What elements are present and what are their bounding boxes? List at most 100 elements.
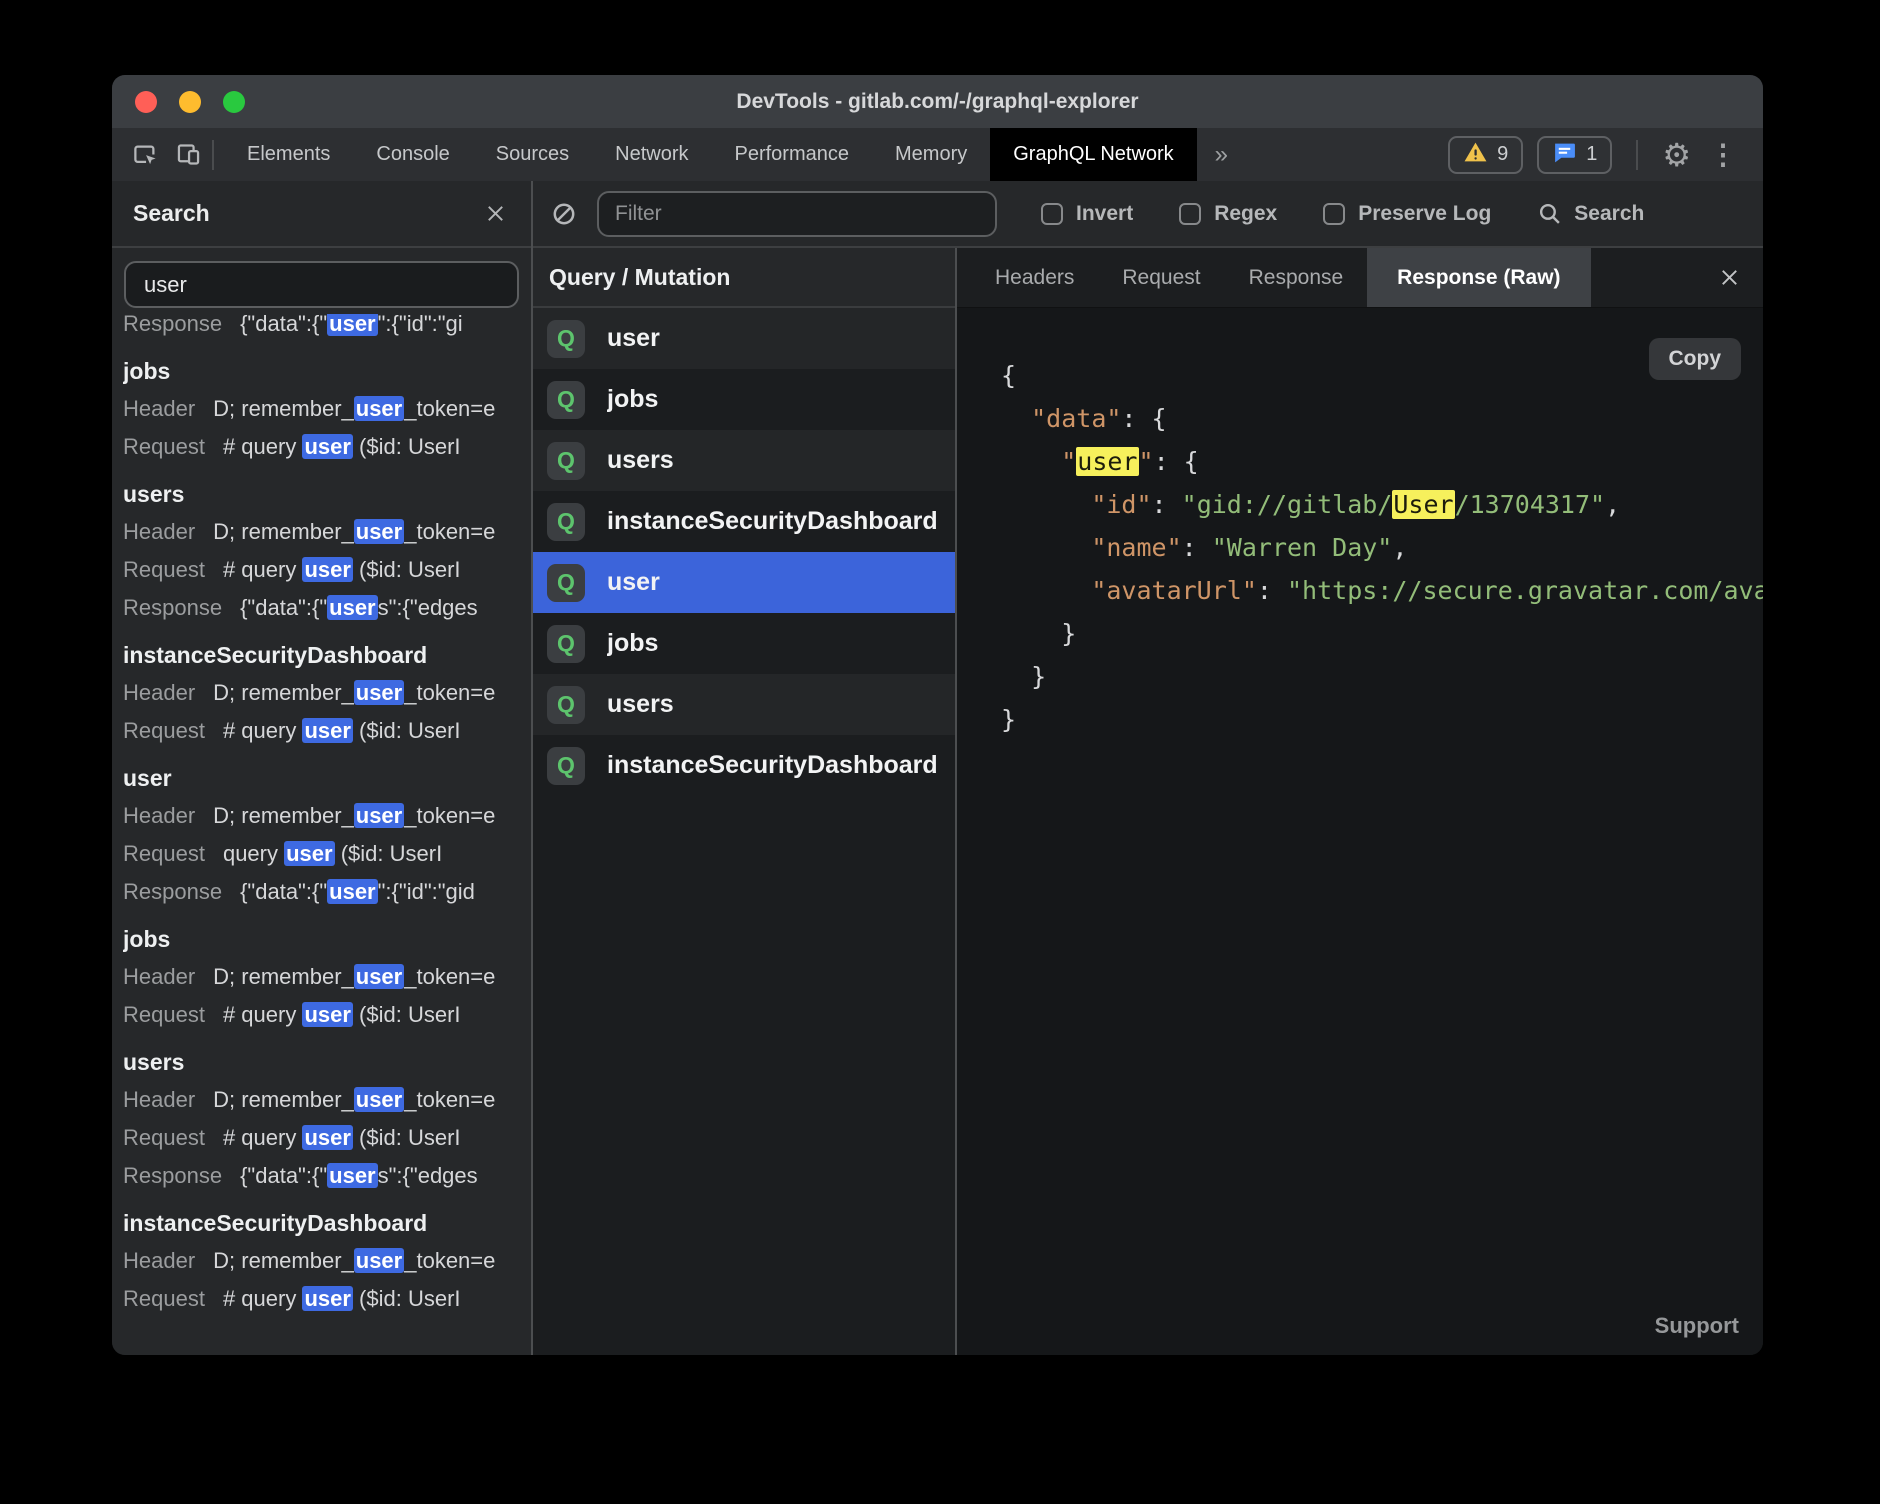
checkbox-box[interactable] [1041,203,1063,225]
search-result-line[interactable]: Request# query user ($id: UserI [123,551,531,589]
support-link[interactable]: Support [1655,1313,1739,1339]
query-list-item[interactable]: Quser [533,308,955,369]
result-group-title[interactable]: jobs [123,352,531,390]
search-input[interactable] [124,261,519,308]
search-result-line[interactable]: HeaderD; remember_user_token=e [123,513,531,551]
block-clear-icon[interactable] [551,201,577,227]
result-kind-label: Header [123,680,195,705]
device-toolbar-icon[interactable] [175,141,202,168]
response-tab-request[interactable]: Request [1098,248,1224,307]
query-list-item[interactable]: Qjobs [533,613,955,674]
checkbox-box[interactable] [1179,203,1201,225]
match-highlight: user [302,434,352,459]
search-result-line[interactable]: Response{"data":{"user":{"id":"gi [123,314,531,343]
split-view: Query / Mutation QuserQjobsQusersQinstan… [533,248,1763,1355]
result-group-title[interactable]: instanceSecurityDashboard [123,636,531,674]
result-text: {"data":{" [240,314,327,336]
query-mutation-panel: Query / Mutation QuserQjobsQusersQinstan… [533,248,955,1355]
checkbox-box[interactable] [1323,203,1345,225]
search-result-line[interactable]: Requestquery user ($id: UserI [123,835,531,873]
result-text: {"data":{" [240,879,327,904]
json-token: : { [1154,447,1199,476]
response-close-icon[interactable] [1718,248,1763,307]
response-tab-headers[interactable]: Headers [971,248,1098,307]
result-snippet: # query user ($id: UserI [223,1125,461,1150]
devtools-tab-bar: ElementsConsoleSourcesNetworkPerformance… [112,128,1763,181]
search-close-icon[interactable] [484,202,507,225]
kebab-menu-icon[interactable]: ⋮ [1705,141,1741,169]
json-token: "gid://gitlab/ [1182,490,1393,519]
filter-toolbar: Invert Regex Preserve Log Search [533,181,1763,248]
search-result-line[interactable]: Request# query user ($id: UserI [123,1280,531,1318]
response-raw-content: { "data": { "user": { "id": "gid://gitla… [957,308,1763,1355]
response-tab-response[interactable]: Response [1225,248,1368,307]
close-window-button[interactable] [135,91,157,113]
match-highlight: user [354,1087,404,1112]
result-group-title[interactable]: user [123,759,531,797]
minimize-window-button[interactable] [179,91,201,113]
inspect-element-icon[interactable] [132,141,159,168]
search-result-line[interactable]: HeaderD; remember_user_token=e [123,1242,531,1280]
query-list-item[interactable]: Qusers [533,674,955,735]
tab-graphql-network[interactable]: GraphQL Network [990,128,1196,181]
search-result-line[interactable]: HeaderD; remember_user_token=e [123,674,531,712]
result-kind-label: Response [123,595,222,620]
filter-input[interactable] [597,191,997,237]
search-results: Response{"data":{"user":{"id":"gijobsHea… [112,314,531,1355]
search-result-line[interactable]: HeaderD; remember_user_token=e [123,958,531,996]
result-text: ($id: UserI [353,557,461,582]
search-result-line[interactable]: Request# query user ($id: UserI [123,1119,531,1157]
result-group-title[interactable]: jobs [123,920,531,958]
tab-performance[interactable]: Performance [712,128,873,181]
tab-memory[interactable]: Memory [872,128,990,181]
copy-button[interactable]: Copy [1649,338,1742,380]
tab-console[interactable]: Console [353,128,472,181]
filter-checkboxes: Invert Regex Preserve Log [1041,202,1491,226]
result-kind-label: Request [123,718,205,743]
result-snippet: # query user ($id: UserI [223,1286,461,1311]
search-result-line[interactable]: Request# query user ($id: UserI [123,996,531,1034]
query-list-item[interactable]: Qusers [533,430,955,491]
checkbox-invert[interactable]: Invert [1041,202,1133,226]
search-result-line[interactable]: HeaderD; remember_user_token=e [123,797,531,835]
checkbox-regex[interactable]: Regex [1179,202,1277,226]
response-tab-response-raw[interactable]: Response (Raw) [1367,248,1590,307]
search-result-line[interactable]: Request# query user ($id: UserI [123,712,531,750]
zoom-window-button[interactable] [223,91,245,113]
search-result-line[interactable]: HeaderD; remember_user_token=e [123,1081,531,1119]
warnings-badge[interactable]: 9 [1448,136,1523,174]
tab-sources[interactable]: Sources [473,128,592,181]
result-text: ($id: UserI [353,1125,461,1150]
query-list-item[interactable]: Quser [533,552,955,613]
result-snippet: {"data":{"users":{"edges [240,1163,478,1188]
tab-elements[interactable]: Elements [224,128,353,181]
match-highlight: user [354,964,404,989]
settings-gear-icon[interactable]: ⚙ [1662,139,1691,171]
match-highlight: user [354,680,404,705]
search-result-line[interactable]: Response{"data":{"users":{"edges [123,589,531,627]
result-group-title[interactable]: users [123,1043,531,1081]
search-result-line[interactable]: Response{"data":{"user":{"id":"gid [123,873,531,911]
checkbox-preserve-log[interactable]: Preserve Log [1323,202,1491,226]
search-icon [1537,201,1562,226]
search-result-line[interactable]: HeaderD; remember_user_token=e [123,390,531,428]
result-group-title[interactable]: users [123,475,531,513]
result-kind-label: Header [123,1248,195,1273]
search-result-line[interactable]: Request# query user ($id: UserI [123,428,531,466]
query-list-item[interactable]: QinstanceSecurityDashboard [533,735,955,796]
tabbar-right-controls: 9 1 ⚙ ⋮ [1448,128,1763,181]
json-token [1001,576,1091,605]
tab-network[interactable]: Network [592,128,711,181]
messages-badge[interactable]: 1 [1537,136,1612,174]
result-group-title[interactable]: instanceSecurityDashboard [123,1204,531,1242]
match-highlight: user [302,1125,352,1150]
query-list-item[interactable]: QinstanceSecurityDashboard [533,491,955,552]
tabbar-left-icons [112,128,202,181]
query-list-item[interactable]: Qjobs [533,369,955,430]
json-token: : { [1121,404,1166,433]
toolbar-search[interactable]: Search [1537,201,1644,226]
json-line: "user": { [1001,440,1763,483]
search-result-line[interactable]: Response{"data":{"users":{"edges [123,1157,531,1195]
more-tabs-chevron[interactable]: » [1197,128,1246,181]
match-highlight: user [354,396,404,421]
